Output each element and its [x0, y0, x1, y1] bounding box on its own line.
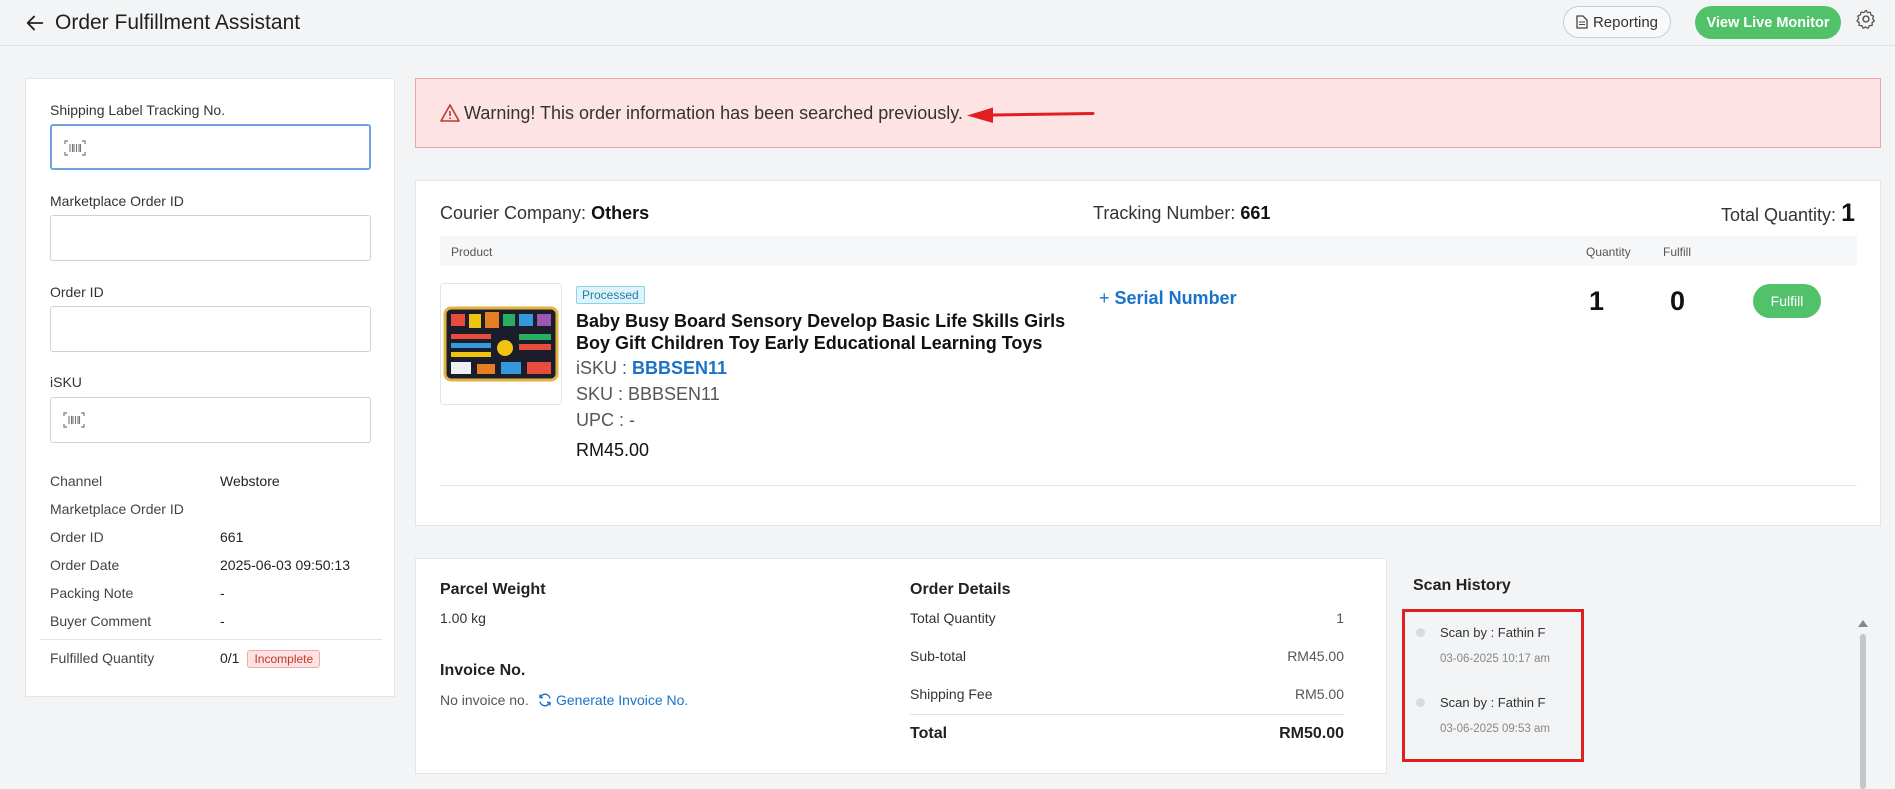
total-quantity-detail-label: Total Quantity — [910, 610, 996, 626]
warning-banner: Warning! This order information has been… — [415, 78, 1881, 148]
isku-label: iSKU — [50, 374, 82, 390]
search-panel: Shipping Label Tracking No. Marketplace … — [25, 78, 395, 697]
courier-value: Others — [591, 203, 650, 223]
total-quantity-label: Total Quantity: — [1721, 205, 1837, 225]
marketplace-order-id-label: Marketplace Order ID — [50, 193, 184, 209]
scan-entry-time: 03-06-2025 10:17 am — [1440, 653, 1550, 665]
item-quantity: 1 — [1589, 286, 1605, 316]
divider — [40, 639, 382, 640]
parcel-and-order-details-card: Parcel Weight 1.00 kg Invoice No. No inv… — [415, 558, 1387, 774]
busy-board-image-icon — [443, 306, 559, 382]
scan-history-list: Scan by : Fathin F 03-06-2025 10:17 am S… — [1402, 609, 1584, 762]
warning-icon — [440, 104, 460, 122]
page-title: Order Fulfillment Assistant — [55, 11, 301, 34]
scan-entry-by: Scan by : Fathin F — [1440, 625, 1546, 640]
arrow-annotation-icon — [967, 107, 1095, 123]
scan-entry-time: 03-06-2025 09:53 am — [1440, 723, 1550, 735]
status-badge: Incomplete — [247, 650, 321, 668]
table-header: Product Quantity Fulfill — [440, 236, 1857, 266]
timeline-dot — [1416, 628, 1425, 637]
order-id-input[interactable] — [50, 306, 371, 352]
column-header-product: Product — [451, 245, 493, 259]
scan-history-title: Scan History — [1413, 577, 1511, 594]
parcel-weight-value: 1.00 kg — [440, 610, 486, 626]
isku-line-label: iSKU : — [576, 358, 628, 378]
column-header-fulfill: Fulfill — [1663, 245, 1692, 259]
upc-line: UPC : - — [576, 410, 636, 430]
add-serial-number-link[interactable]: + Serial Number — [1099, 288, 1237, 309]
serial-number-label: Serial Number — [1114, 288, 1237, 308]
channel-value: Webstore — [220, 473, 280, 489]
total-quantity-value: 1 — [1841, 199, 1855, 227]
invoice-title: Invoice No. — [440, 662, 526, 679]
product-name: Baby Busy Board Sensory Develop Basic Li… — [576, 311, 1066, 353]
reporting-button[interactable]: Reporting — [1563, 6, 1671, 38]
tracking-value: 661 — [1240, 203, 1271, 223]
warning-text: Warning! This order information has been… — [464, 103, 963, 123]
parcel-weight-title: Parcel Weight — [440, 581, 546, 598]
courier-label: Courier Company: — [440, 203, 587, 223]
reporting-label: Reporting — [1592, 13, 1659, 31]
top-bar: Order Fulfillment Assistant Reporting Vi… — [0, 0, 1895, 46]
shipping-label-tracking-label: Shipping Label Tracking No. — [50, 102, 226, 118]
scan-entry-by: Scan by : Fathin F — [1440, 695, 1546, 710]
fulfilled-quantity-value: 0/1 — [220, 650, 240, 666]
courier-company: Courier Company: Others — [440, 203, 649, 224]
fulfill-button[interactable]: Fulfill — [1753, 284, 1821, 318]
refresh-icon — [539, 693, 551, 707]
divider — [440, 485, 1857, 486]
product-price: RM45.00 — [576, 440, 650, 460]
tracking-number: Tracking Number: 661 — [1093, 203, 1270, 224]
order-id-info-label: Order ID — [50, 529, 104, 545]
item-fulfill-count: 0 — [1670, 286, 1686, 316]
total-quantity: Total Quantity: 1 — [1721, 199, 1855, 228]
tracking-label: Tracking Number: — [1093, 203, 1236, 223]
marketplace-order-id-info-label: Marketplace Order ID — [50, 501, 184, 517]
marketplace-order-id-input[interactable] — [50, 215, 371, 261]
buyer-comment-value: - — [220, 613, 225, 629]
order-date-value: 2025-06-03 09:50:13 — [220, 557, 350, 573]
shipping-fee-value: RM5.00 — [1294, 686, 1344, 702]
gear-icon[interactable] — [1855, 8, 1877, 30]
shipping-label-tracking-input[interactable] — [50, 124, 371, 170]
sku-line: SKU : BBBSEN11 — [576, 384, 720, 404]
view-live-monitor-button[interactable]: View Live Monitor — [1695, 6, 1841, 39]
column-header-quantity: Quantity — [1586, 245, 1631, 259]
total-value: RM50.00 — [1279, 725, 1344, 742]
packing-note-value: - — [220, 585, 225, 601]
subtotal-label: Sub-total — [910, 648, 967, 664]
back-arrow-icon[interactable] — [24, 12, 46, 34]
divider — [910, 714, 1344, 715]
isku-line: iSKU : BBBSEN11 — [576, 358, 727, 379]
fulfilled-quantity-row: 0/1 Incomplete — [220, 650, 321, 668]
product-image[interactable] — [440, 283, 562, 405]
scrollbar[interactable] — [1860, 634, 1866, 789]
buyer-comment-label: Buyer Comment — [50, 613, 152, 629]
timeline-dot — [1416, 698, 1425, 707]
order-card: Courier Company: Others Tracking Number:… — [415, 180, 1881, 526]
total-quantity-detail-value: 1 — [1336, 610, 1344, 626]
isku-value[interactable]: BBBSEN11 — [632, 358, 727, 378]
shipping-fee-label: Shipping Fee — [910, 686, 993, 702]
document-icon — [1576, 15, 1588, 29]
isku-input[interactable] — [50, 397, 371, 443]
order-date-label: Order Date — [50, 557, 120, 573]
barcode-icon — [63, 412, 85, 428]
invoice-value: No invoice no. — [440, 692, 529, 708]
order-id-info-value: 661 — [220, 529, 244, 545]
channel-label: Channel — [50, 473, 103, 489]
subtotal-value: RM45.00 — [1287, 648, 1344, 664]
total-label: Total — [910, 725, 948, 742]
barcode-icon — [64, 140, 86, 156]
order-id-label: Order ID — [50, 284, 104, 300]
plus-icon: + — [1099, 288, 1110, 308]
order-details-title: Order Details — [910, 581, 1011, 598]
packing-note-label: Packing Note — [50, 585, 134, 601]
generate-invoice-label: Generate Invoice No. — [556, 692, 689, 708]
scroll-up-arrow-icon[interactable] — [1858, 620, 1868, 627]
fulfilled-quantity-label: Fulfilled Quantity — [50, 650, 155, 666]
processed-badge: Processed — [576, 286, 645, 304]
generate-invoice-link[interactable]: Generate Invoice No. — [538, 692, 688, 708]
